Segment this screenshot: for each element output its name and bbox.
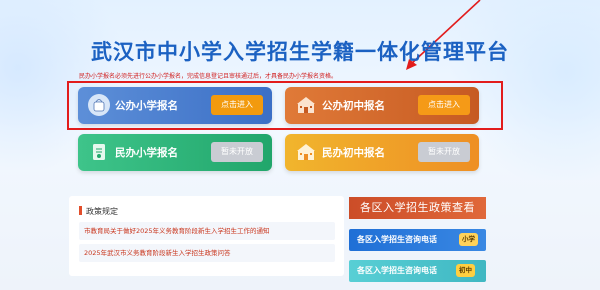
phone-label: 各区入学招生咨询电话 <box>357 266 437 275</box>
not-open-button: 暂未开放 <box>418 142 470 162</box>
doc-icon <box>93 144 105 160</box>
card-label: 民办初中报名 <box>322 147 385 159</box>
district-policy-button[interactable]: 各区入学招生政策查看 <box>349 197 486 219</box>
primary-consult-phone-button[interactable]: 各区入学招生咨询电话 小学 <box>349 229 486 251</box>
policy-link[interactable]: 2025年武汉市义务教育阶段新生入学招生政策问答 <box>79 244 335 262</box>
enter-button[interactable]: 点击进入 <box>418 95 470 115</box>
registration-notice: 民办小学报名必须先进行公办小学报名，完成信息登记且审核通过后，才具备民办小学报名… <box>79 74 338 80</box>
private-middle-registration-card: 民办初中报名 暂未开放 <box>285 134 479 171</box>
public-primary-registration-card[interactable]: 公办小学报名 点击进入 <box>78 87 272 124</box>
card-label: 公办初中报名 <box>322 100 385 112</box>
policy-panel: 政策规定 市教育局关于做好2025年义务教育阶段新生入学招生工作的通知 2025… <box>69 196 344 276</box>
school-building-icon <box>297 144 315 160</box>
phone-label: 各区入学招生咨询电话 <box>357 235 437 244</box>
section-marker <box>79 206 82 215</box>
card-label: 民办小学报名 <box>115 147 178 159</box>
school-bag-icon <box>88 94 110 116</box>
enter-button[interactable]: 点击进入 <box>211 95 263 115</box>
middle-consult-phone-button[interactable]: 各区入学招生咨询电话 初中 <box>349 260 486 282</box>
policy-link[interactable]: 市教育局关于做好2025年义务教育阶段新生入学招生工作的通知 <box>79 222 335 240</box>
public-middle-registration-card[interactable]: 公办初中报名 点击进入 <box>285 87 479 124</box>
private-primary-registration-card: 民办小学报名 暂未开放 <box>78 134 272 171</box>
school-building-icon <box>297 97 315 113</box>
page-title: 武汉市中小学入学招生学籍一体化管理平台 <box>91 40 509 64</box>
primary-tag-badge: 小学 <box>459 233 478 246</box>
middle-tag-badge: 初中 <box>456 264 475 277</box>
policy-heading: 政策规定 <box>86 207 118 216</box>
card-label: 公办小学报名 <box>115 100 178 112</box>
not-open-button: 暂未开放 <box>211 142 263 162</box>
